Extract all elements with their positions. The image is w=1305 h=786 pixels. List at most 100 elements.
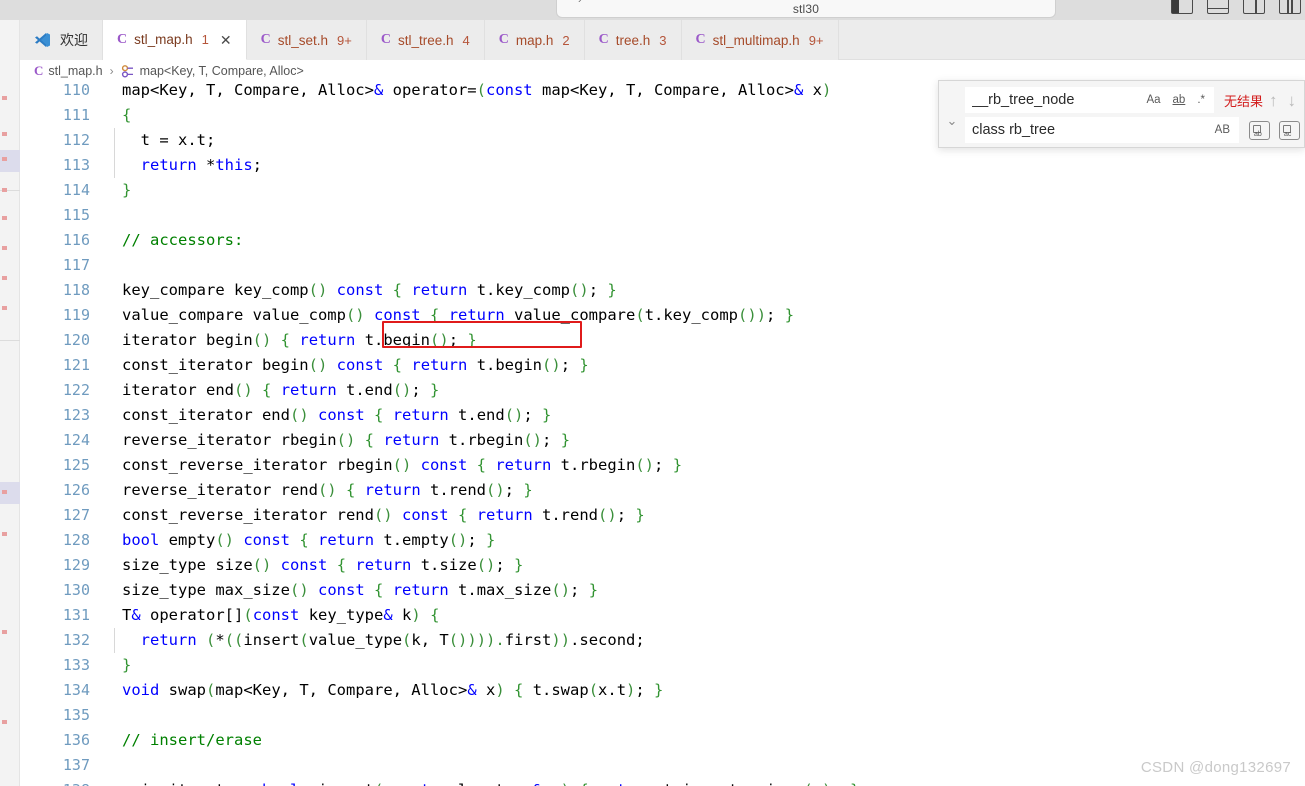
code-line[interactable]: 120 iterator begin() { return t.begin(); …: [20, 328, 1305, 353]
tab-welcome[interactable]: 欢迎: [20, 20, 103, 60]
code-line[interactable]: 122 iterator end() { return t.end(); }: [20, 378, 1305, 403]
code-line[interactable]: 133}: [20, 653, 1305, 678]
line-text: key_compare key_comp() const { return t.…: [122, 281, 617, 299]
line-number: 120: [62, 331, 90, 349]
line-number: 125: [62, 456, 90, 474]
use-regex-icon[interactable]: .*: [1195, 93, 1207, 107]
code-line[interactable]: 114}: [20, 178, 1305, 203]
adjacent-editor-overview-ruler[interactable]: [0, 20, 20, 786]
close-icon[interactable]: ✕: [220, 33, 232, 47]
code-line[interactable]: 116 // accessors:: [20, 228, 1305, 253]
code-line[interactable]: 129 size_type size() const { return t.siz…: [20, 553, 1305, 578]
line-number: 118: [62, 281, 90, 299]
indent-guide: [114, 628, 115, 653]
find-navigation: ↑ ↓: [1269, 92, 1300, 109]
command-center-search[interactable]: stl30: [556, 0, 1056, 18]
code-line[interactable]: 123 const_iterator end() const { return t…: [20, 403, 1305, 428]
line-text: size_type max_size() const { return t.ma…: [122, 581, 599, 599]
code-line[interactable]: 135: [20, 703, 1305, 728]
preserve-case-icon[interactable]: AB: [1213, 123, 1232, 137]
replace-input[interactable]: class rb_tree AB: [965, 117, 1239, 143]
chevron-right-icon: ›: [578, 0, 582, 6]
code-line[interactable]: 138 pair<iterator, bool> insert(const val…: [20, 778, 1305, 786]
line-number: 133: [62, 656, 90, 674]
code-line[interactable]: 113 return *this;: [20, 153, 1305, 178]
c-file-icon: C: [498, 32, 509, 47]
find-result-count: 无结果: [1223, 93, 1263, 109]
code-line[interactable]: 121 const_iterator begin() const { return…: [20, 353, 1305, 378]
code-line[interactable]: 134 void swap(map<Key, T, Compare, Alloc>…: [20, 678, 1305, 703]
tab-label: tree.h: [615, 32, 651, 48]
tab-tree-h[interactable]: Ctree.h 3: [584, 20, 682, 60]
line-text: reverse_iterator rbegin() { return t.rbe…: [122, 431, 571, 449]
breadcrumb-symbol[interactable]: map<Key, T, Compare, Alloc>: [140, 64, 304, 78]
line-number: 135: [62, 706, 90, 724]
code-line[interactable]: 131 T& operator[](const key_type& k) {: [20, 603, 1305, 628]
toggle-secondary-sidebar-icon[interactable]: [1243, 0, 1265, 14]
code-line[interactable]: 136 // insert/erase: [20, 728, 1305, 753]
code-line[interactable]: 117: [20, 253, 1305, 278]
code-line[interactable]: 137: [20, 753, 1305, 778]
find-replace-widget[interactable]: ⌄ __rb_tree_node Aa ab .* 无结果 ↑ ↓ class …: [938, 80, 1305, 148]
tab-problem-count-badge: 9+: [337, 32, 352, 48]
line-number: 131: [62, 606, 90, 624]
line-number: 116: [62, 231, 90, 249]
match-case-icon[interactable]: Aa: [1144, 93, 1162, 107]
line-number: 132: [62, 631, 90, 649]
code-lines: 110 map<Key, T, Compare, Alloc>& operator…: [20, 82, 1305, 786]
tab-label: map.h: [515, 32, 554, 48]
tab-stl_set-h[interactable]: Cstl_set.h 9+: [246, 20, 367, 60]
line-number: 127: [62, 506, 90, 524]
line-number: 134: [62, 681, 90, 699]
code-line[interactable]: 126 reverse_iterator rend() { return t.re…: [20, 478, 1305, 503]
replace-all-icon[interactable]: ac: [1279, 120, 1300, 140]
line-text: const_iterator begin() const { return t.…: [122, 356, 589, 374]
next-match-icon[interactable]: ↓: [1288, 92, 1297, 109]
line-text: iterator end() { return t.end(); }: [122, 381, 440, 399]
line-text: pair<iterator, bool> insert(const value_…: [122, 778, 859, 786]
customize-layout-icon[interactable]: [1279, 0, 1301, 14]
find-input[interactable]: __rb_tree_node Aa ab .*: [965, 87, 1214, 113]
breadcrumb: C stl_map.h › map<Key, T, Compare, Alloc…: [20, 60, 1305, 82]
code-line[interactable]: 132 return (*((insert(value_type(k, T())…: [20, 628, 1305, 653]
previous-match-icon[interactable]: ↑: [1269, 92, 1278, 109]
toggle-replace-chevron-icon[interactable]: ⌄: [939, 87, 965, 141]
replace-icon[interactable]: ab: [1249, 120, 1270, 140]
code-line[interactable]: 115: [20, 203, 1305, 228]
line-number: 115: [62, 206, 90, 224]
toggle-primary-sidebar-icon[interactable]: [1171, 0, 1193, 14]
tab-stl_multimap-h[interactable]: Cstl_multimap.h 9+: [681, 20, 839, 60]
line-text: t = x.t;: [122, 131, 216, 149]
line-number: 111: [62, 106, 90, 124]
vscode-window: stl30 › 欢迎 Cstl_map.h 1 ✕ Cstl_set.h 9+ Cstl_t…: [0, 0, 1305, 786]
line-number: 138: [20, 778, 90, 786]
line-text: size_type size() const { return t.size()…: [122, 556, 524, 574]
replace-input-value: class rb_tree: [972, 122, 1056, 138]
code-line[interactable]: 124 reverse_iterator rbegin() { return t.…: [20, 428, 1305, 453]
tab-problem-count-badge: 1: [201, 32, 209, 47]
tab-label: stl_tree.h: [397, 32, 454, 48]
code-line[interactable]: 130 size_type max_size() const { return t…: [20, 578, 1305, 603]
code-line[interactable]: 125 const_reverse_iterator rbegin() const…: [20, 453, 1305, 478]
tab-problem-count-badge: 4: [462, 32, 470, 48]
code-line[interactable]: 127 const_reverse_iterator rend() const {…: [20, 503, 1305, 528]
c-file-icon: C: [34, 63, 44, 78]
line-text: T& operator[](const key_type& k) {: [122, 606, 440, 624]
tab-problem-count-badge: 2: [562, 32, 570, 48]
toggle-panel-icon[interactable]: [1207, 0, 1229, 14]
find-input-value: __rb_tree_node: [972, 92, 1075, 108]
tab-map-h[interactable]: Cmap.h 2: [484, 20, 585, 60]
code-line[interactable]: 118 key_compare key_comp() const { return…: [20, 278, 1305, 303]
tab-stl_tree-h[interactable]: Cstl_tree.h 4: [366, 20, 485, 60]
breadcrumb-file[interactable]: stl_map.h: [48, 64, 102, 78]
tab-stl_map-h[interactable]: Cstl_map.h 1 ✕: [103, 20, 247, 60]
code-line[interactable]: 119 value_compare value_comp() const { re…: [20, 303, 1305, 328]
code-editor[interactable]: 110 map<Key, T, Compare, Alloc>& operator…: [20, 82, 1305, 786]
tab-label: stl_set.h: [277, 32, 329, 48]
replace-actions: ab ac: [1245, 120, 1300, 140]
line-text: map<Key, T, Compare, Alloc>& operator=(c…: [122, 82, 832, 99]
code-line[interactable]: 128 bool empty() const { return t.empty()…: [20, 528, 1305, 553]
line-text: }: [122, 656, 132, 674]
layout-controls: [1171, 0, 1301, 14]
whole-word-icon[interactable]: ab: [1171, 93, 1188, 107]
